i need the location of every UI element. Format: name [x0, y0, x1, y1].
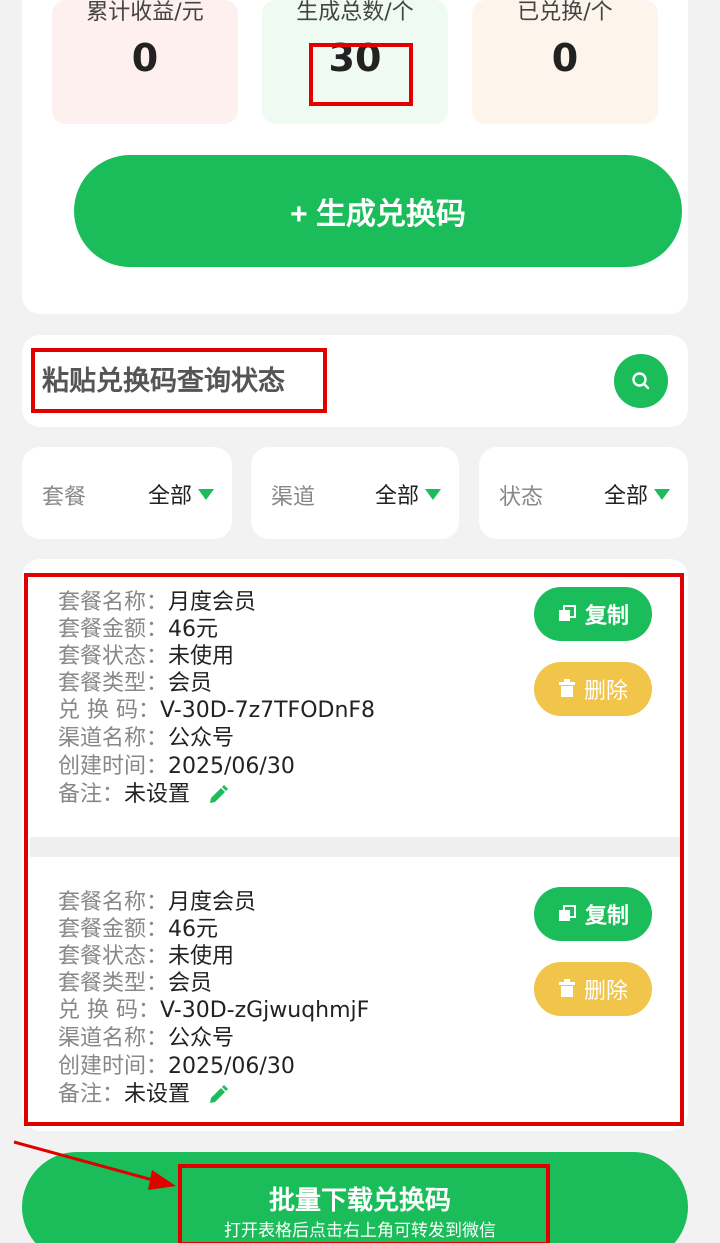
filter-label: 状态: [499, 485, 544, 510]
stat-redeemed: 已兑换/个 0: [472, 0, 658, 124]
filter-value[interactable]: 全部: [604, 478, 670, 510]
dropdown-triangle-icon: [198, 488, 214, 500]
filter-status[interactable]: 状态 全部: [479, 447, 688, 539]
filter-value[interactable]: 全部: [375, 478, 441, 510]
filter-package[interactable]: 套餐 全部: [22, 447, 232, 539]
stat-value: 0: [551, 36, 579, 80]
highlight-box-list: [24, 573, 684, 1126]
stat-total-earnings: 累计收益/元 0: [52, 0, 238, 124]
highlight-box-bulk: [178, 1164, 550, 1243]
dropdown-triangle-icon: [654, 488, 670, 500]
annotation-arrow-icon: [13, 1140, 176, 1190]
search-icon: [632, 372, 650, 390]
stat-label: 已兑换/个: [517, 0, 613, 25]
stat-label: 累计收益/元: [86, 0, 204, 25]
filter-label: 渠道: [271, 485, 316, 510]
stat-label: 生成总数/个: [296, 0, 414, 25]
highlight-box-total: [309, 43, 413, 106]
generate-code-button[interactable]: + 生成兑换码: [74, 155, 682, 267]
filter-label: 套餐: [42, 485, 87, 510]
highlight-box-search: [31, 348, 327, 413]
filter-value[interactable]: 全部: [148, 478, 214, 510]
dropdown-triangle-icon: [425, 488, 441, 500]
filter-channel[interactable]: 渠道 全部: [251, 447, 459, 539]
stat-value: 0: [131, 36, 159, 80]
search-button[interactable]: [614, 354, 668, 408]
